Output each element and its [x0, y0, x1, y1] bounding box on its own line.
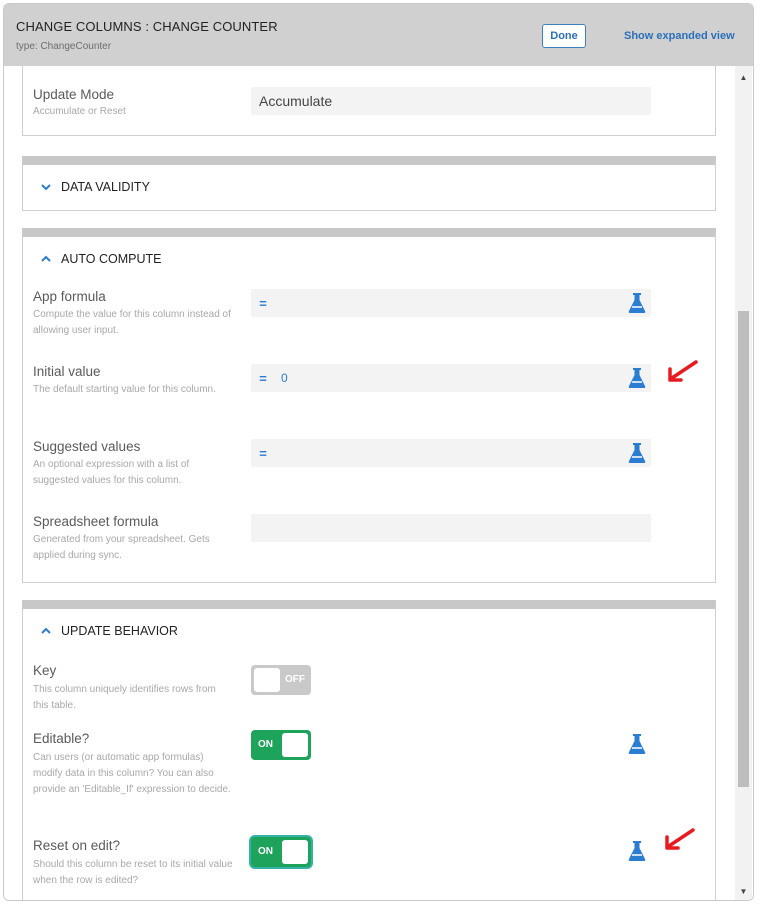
app-formula-input[interactable]: = — [251, 289, 651, 317]
spreadsheet-formula-label: Spreadsheet formula — [33, 514, 159, 529]
red-arrow-annotation — [668, 360, 698, 382]
suggested-values-description: An optional expression with a list of su… — [33, 459, 190, 486]
toggle-knob — [282, 733, 308, 757]
editable-label: Editable? — [33, 731, 90, 746]
dialog-title: CHANGE COLUMNS : CHANGE COUNTER — [16, 19, 278, 34]
flask-icon[interactable] — [627, 367, 647, 389]
app-formula-description: Compute the value for this column instea… — [33, 309, 231, 336]
spreadsheet-formula-description: Generated from your spreadsheet. Gets ap… — [33, 534, 210, 561]
toggle-knob — [254, 668, 280, 692]
update-mode-select[interactable]: Accumulate — [251, 87, 651, 115]
data-validity-title: DATA VALIDITY — [61, 180, 150, 194]
done-button[interactable]: Done — [542, 24, 586, 48]
flask-icon[interactable] — [627, 292, 647, 314]
auto-compute-panel: AUTO COMPUTE App formula Compute the val… — [22, 228, 716, 583]
editable-toggle-state: ON — [258, 739, 273, 750]
update-mode-label: Update Mode — [33, 87, 115, 102]
column-editor-dialog: CHANGE COLUMNS : CHANGE COUNTER type: Ch… — [3, 3, 754, 901]
flask-icon[interactable] — [627, 442, 647, 464]
dialog-header: CHANGE COLUMNS : CHANGE COUNTER type: Ch… — [4, 4, 753, 66]
formula-equals-icon: = — [259, 445, 267, 461]
auto-compute-title: AUTO COMPUTE — [61, 252, 162, 266]
update-behavior-panel: UPDATE BEHAVIOR Key This column uniquely… — [22, 600, 716, 900]
update-behavior-title: UPDATE BEHAVIOR — [61, 624, 178, 638]
suggested-values-label: Suggested values — [33, 439, 141, 454]
initial-value-value: 0 — [281, 371, 288, 385]
chevron-down-icon — [41, 184, 51, 191]
formula-equals-icon: = — [259, 370, 267, 386]
reset-on-edit-label: Reset on edit? — [33, 838, 121, 853]
editable-description: Can users (or automatic app formulas) mo… — [33, 752, 231, 795]
suggested-values-input[interactable]: = — [251, 439, 651, 467]
data-validity-panel: DATA VALIDITY — [22, 156, 716, 211]
reset-on-edit-toggle-state: ON — [258, 846, 273, 857]
key-toggle-state: OFF — [285, 674, 305, 685]
reset-on-edit-description: Should this column be reset to its initi… — [33, 859, 233, 886]
vertical-scrollbar[interactable]: ▲ ▼ — [735, 66, 752, 900]
update-mode-value: Accumulate — [259, 93, 333, 109]
flask-icon[interactable] — [627, 733, 647, 755]
editable-toggle[interactable]: ON — [251, 730, 311, 760]
auto-compute-header[interactable]: AUTO COMPUTE — [40, 252, 161, 266]
update-mode-description: Accumulate or Reset — [33, 106, 126, 117]
key-label: Key — [33, 663, 57, 678]
chevron-up-icon — [41, 255, 51, 262]
flask-icon[interactable] — [627, 840, 647, 862]
toggle-knob — [282, 840, 308, 864]
data-validity-header[interactable]: DATA VALIDITY — [40, 180, 150, 194]
key-description: This column uniquely identifies rows fro… — [33, 684, 216, 711]
scroll-down-arrow[interactable]: ▼ — [735, 884, 752, 898]
initial-value-label: Initial value — [33, 364, 101, 379]
update-mode-panel: Update Mode Accumulate or Reset Accumula… — [22, 66, 716, 136]
app-formula-label: App formula — [33, 289, 106, 304]
update-behavior-header[interactable]: UPDATE BEHAVIOR — [40, 624, 178, 638]
formula-equals-icon: = — [259, 295, 267, 311]
show-expanded-view-link[interactable]: Show expanded view — [624, 30, 735, 42]
spreadsheet-formula-input[interactable] — [251, 514, 651, 542]
scroll-up-arrow[interactable]: ▲ — [735, 70, 752, 84]
initial-value-description: The default starting value for this colu… — [33, 384, 216, 395]
key-toggle[interactable]: OFF — [251, 665, 311, 695]
red-arrow-annotation — [665, 828, 695, 850]
reset-on-edit-toggle[interactable]: ON — [251, 837, 311, 867]
initial-value-input[interactable]: = 0 — [251, 364, 651, 392]
scrollbar-thumb[interactable] — [738, 311, 749, 787]
column-type-label: type: ChangeCounter — [16, 41, 112, 52]
chevron-up-icon — [41, 627, 51, 634]
settings-scroll-area[interactable]: Update Mode Accumulate or Reset Accumula… — [4, 66, 753, 900]
